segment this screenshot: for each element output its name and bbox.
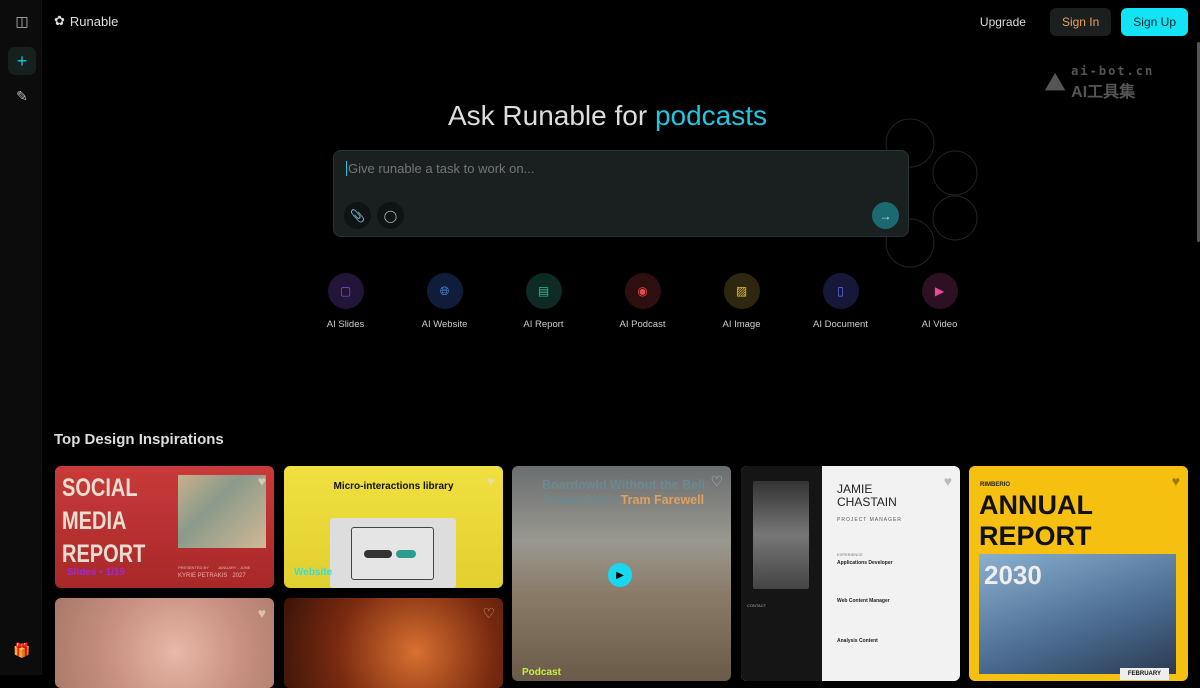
- year: 2027: [232, 573, 246, 579]
- tool-ai-report[interactable]: ▤ AI Report: [494, 273, 593, 330]
- contact-label: CONTACT: [747, 603, 767, 608]
- watermark-logo-icon: ⛰: [1045, 69, 1066, 96]
- card-title-line: MEDIA: [62, 507, 127, 535]
- tool-label: AI Image: [722, 319, 761, 330]
- play-button[interactable]: ▶: [608, 563, 632, 587]
- task-prompt-box: 📎 ◯ →: [333, 150, 909, 237]
- heart-icon[interactable]: ♥: [258, 605, 266, 621]
- report-year: 2030: [984, 560, 1042, 590]
- attach-button[interactable]: 📎: [344, 202, 371, 229]
- tool-ai-website[interactable]: 🌐︎ AI Website: [395, 273, 494, 330]
- card-annual-report[interactable]: RIMBERIO ANNUAL REPORT 2030 FEBRUARY ♥: [969, 466, 1188, 681]
- resume-job: Applications Developer: [837, 560, 893, 566]
- heart-icon[interactable]: ♡: [710, 473, 723, 490]
- report-title-line: ANNUAL: [979, 490, 1093, 520]
- card-podcast-boardwalk[interactable]: Boardowld Without the Bell: Ocean City's…: [512, 466, 731, 681]
- presenter: KYRIE PETRAKIS: [178, 573, 228, 579]
- heart-icon[interactable]: ♥: [944, 473, 952, 489]
- heart-icon[interactable]: ♥: [258, 473, 266, 489]
- heart-icon[interactable]: ♥: [1172, 473, 1180, 489]
- tool-ai-video[interactable]: ▶ AI Video: [890, 273, 989, 330]
- watermark-line2: AI工具集: [1071, 84, 1136, 101]
- card-title-line: Boardowld Without the Bell:: [542, 478, 710, 492]
- resume-section: EXPERIENCE: [837, 552, 863, 557]
- period: JANUARY - JUNE: [217, 565, 251, 570]
- tool-label: AI Video: [921, 319, 958, 330]
- send-button[interactable]: →: [872, 202, 899, 229]
- tool-label: AI Podcast: [619, 319, 666, 330]
- portrait-photo: [753, 481, 809, 589]
- task-input[interactable]: [346, 161, 886, 176]
- card-micro-interactions[interactable]: Micro-interactions library Website ♥: [284, 466, 503, 588]
- gift-icon[interactable]: 🎁: [8, 636, 36, 664]
- card-tag: Slides • 1/19: [67, 567, 125, 578]
- card-resume[interactable]: CONTACT JAMIE CHASTAIN PROJECT MANAGER E…: [741, 466, 960, 681]
- image-icon: ▨: [723, 273, 760, 309]
- card-social-media-report[interactable]: SOCIAL MEDIA REPORT KYRIE PETRAKIS 2027 …: [55, 466, 274, 588]
- sign-in-button[interactable]: Sign In: [1049, 8, 1112, 36]
- report-brand: RIMBERIO: [980, 482, 1010, 488]
- card-tag: Podcast: [522, 667, 561, 678]
- report-title-line: REPORT: [979, 521, 1092, 551]
- github-icon: ◯: [383, 208, 398, 223]
- hero-title: Ask Runable for podcasts: [0, 100, 1200, 132]
- tool-ai-podcast[interactable]: ◉ AI Podcast: [593, 273, 692, 330]
- globe-icon: 🌐︎: [426, 273, 463, 309]
- document-icon: ▯: [822, 273, 859, 309]
- tool-label: AI Website: [421, 319, 468, 330]
- tool-ai-slides[interactable]: ▢ AI Slides: [296, 273, 395, 330]
- card-title-accent: Tram Farewell: [620, 493, 705, 507]
- brand-logo[interactable]: ✿ Runable: [54, 13, 118, 29]
- upgrade-link[interactable]: Upgrade: [980, 15, 1026, 29]
- hero-title-accent: podcasts: [654, 100, 768, 131]
- card-tag: Website: [294, 567, 333, 578]
- sign-up-button[interactable]: Sign Up: [1121, 8, 1188, 36]
- new-task-button[interactable]: +: [8, 47, 36, 75]
- heart-icon[interactable]: ♡: [482, 605, 495, 622]
- hero-title-prefix: Ask Runable for: [447, 100, 655, 131]
- tool-ai-image[interactable]: ▨ AI Image: [692, 273, 791, 330]
- report-month: FEBRUARY: [1119, 668, 1169, 680]
- toggle-sidebar-icon[interactable]: ◫: [8, 7, 36, 35]
- resume-sidebar: CONTACT: [741, 466, 822, 681]
- github-button[interactable]: ◯: [377, 202, 404, 229]
- video-icon: ▶: [921, 273, 958, 309]
- card-title-line: Ocean City's: [542, 493, 621, 507]
- paperclip-icon: 📎: [350, 208, 365, 223]
- tool-shortcuts: ▢ AI Slides 🌐︎ AI Website ▤ AI Report ◉ AI P…: [296, 273, 989, 330]
- runable-logo-icon: ✿: [54, 13, 65, 28]
- arrow-right-icon: →: [879, 208, 892, 223]
- tool-ai-document[interactable]: ▯ AI Document: [791, 273, 890, 330]
- resume-job: Analysis Content: [837, 638, 878, 644]
- podcast-icon: ◉: [624, 273, 661, 309]
- brand-name: Runable: [69, 13, 119, 29]
- presented-by: PRESENTED BY: [178, 565, 209, 570]
- resume-role: PROJECT MANAGER: [837, 517, 902, 523]
- section-title: Top Design Inspirations: [54, 431, 224, 448]
- tool-label: AI Document: [813, 319, 868, 330]
- card-title-line: SOCIAL: [62, 474, 138, 502]
- resume-job: Web Content Manager: [837, 598, 890, 604]
- tool-label: AI Report: [523, 319, 564, 330]
- website-mockup: [330, 518, 456, 588]
- clipboard-icon: ▤: [525, 273, 562, 309]
- watermark-line1: ai-bot.cn: [1071, 64, 1155, 78]
- watermark: ⛰ ai-bot.cn AI工具集: [1045, 64, 1154, 102]
- card-title: Micro-interactions library: [333, 481, 454, 492]
- tool-label: AI Slides: [326, 319, 365, 330]
- heart-icon[interactable]: ♥: [487, 473, 495, 489]
- slides-icon: ▢: [327, 273, 364, 309]
- laptop-photo: [178, 475, 266, 548]
- resume-name: CHASTAIN: [837, 495, 897, 509]
- building-photo: 2030 FEBRUARY: [979, 554, 1176, 680]
